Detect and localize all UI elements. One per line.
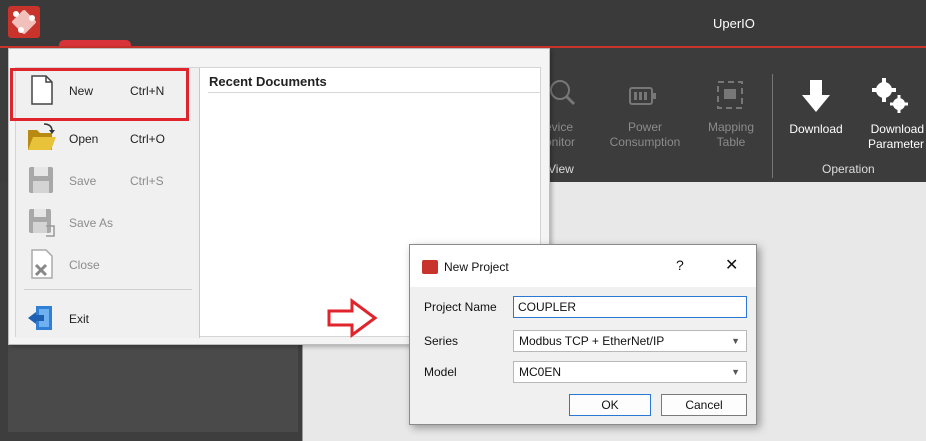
mapping-table-label: Mapping Table <box>707 120 755 149</box>
menu-item-save-shortcut: Ctrl+S <box>130 174 164 188</box>
download-arrow-icon <box>802 80 830 112</box>
menu-item-save[interactable]: Save Ctrl+S <box>16 160 200 200</box>
chevron-down-icon: ▼ <box>731 367 740 377</box>
close-document-icon <box>31 249 53 279</box>
ok-button[interactable]: OK <box>569 394 651 416</box>
menu-divider <box>24 289 192 290</box>
menu-item-open[interactable]: Open Ctrl+O <box>16 118 200 158</box>
new-project-dialog: New Project ? ✕ Project Name COUPLER Ser… <box>409 244 757 425</box>
cancel-button[interactable]: Cancel <box>661 394 747 416</box>
menu-item-save-as[interactable]: Save As <box>16 202 200 242</box>
left-pane-slot <box>8 342 298 432</box>
menu-item-close-label: Close <box>69 258 100 272</box>
menu-item-close[interactable]: Close <box>16 244 200 284</box>
series-label: Series <box>424 334 459 348</box>
dialog-title-bar: New Project ? ✕ <box>410 245 756 287</box>
power-consumption-label: Power Consumption <box>609 120 681 149</box>
title-bar: UperIO <box>0 0 926 50</box>
save-as-icon <box>29 209 55 237</box>
view-group-label: View <box>548 162 574 176</box>
menu-item-exit[interactable]: Exit <box>16 298 200 338</box>
device-monitor-button[interactable]: evice onitor <box>545 120 585 150</box>
device-monitor-icon <box>550 80 576 106</box>
recent-documents-divider <box>208 92 541 93</box>
chevron-down-icon: ▼ <box>731 336 740 346</box>
series-select[interactable]: Modbus TCP + EtherNet/IP ▼ <box>513 330 747 352</box>
power-consumption-icon <box>629 87 656 105</box>
download-parameter-button[interactable]: Download Parameter <box>850 122 924 152</box>
menu-item-save-as-label: Save As <box>69 216 114 230</box>
dialog-app-icon <box>422 260 438 274</box>
project-name-label: Project Name <box>424 300 497 314</box>
app-cube-logo-icon[interactable] <box>8 6 40 38</box>
menu-item-exit-label: Exit <box>69 312 90 326</box>
project-name-input[interactable]: COUPLER <box>513 296 747 318</box>
power-consumption-button[interactable]: Power Consumption <box>603 120 687 150</box>
right-arrow-icon <box>327 298 378 338</box>
dialog-title: New Project <box>444 260 509 274</box>
dialog-help-button[interactable]: ? <box>676 257 684 273</box>
exit-door-icon <box>28 306 52 330</box>
dialog-close-button[interactable]: ✕ <box>725 255 738 275</box>
download-parameter-label: Download Parameter <box>867 122 924 151</box>
menu-item-open-label: Open <box>69 132 99 146</box>
recent-documents-title: Recent Documents <box>209 74 327 89</box>
app-title: UperIO <box>713 16 755 31</box>
model-value: MC0EN <box>519 365 562 379</box>
mapping-table-button[interactable]: Mapping Table <box>697 120 765 150</box>
gears-icon <box>872 78 908 113</box>
new-item-highlight <box>10 68 189 121</box>
ribbon-separator <box>772 74 773 178</box>
download-label: Download <box>789 122 843 136</box>
mapping-table-icon <box>717 81 743 109</box>
open-folder-icon <box>28 123 56 150</box>
operation-group-label: Operation <box>822 162 875 176</box>
model-label: Model <box>424 365 457 379</box>
save-disk-icon <box>29 167 53 193</box>
download-button[interactable]: Download <box>782 122 850 137</box>
menu-item-save-label: Save <box>69 174 97 188</box>
series-value: Modbus TCP + EtherNet/IP <box>519 334 665 348</box>
menu-item-open-shortcut: Ctrl+O <box>130 132 166 146</box>
model-select[interactable]: MC0EN ▼ <box>513 361 747 383</box>
